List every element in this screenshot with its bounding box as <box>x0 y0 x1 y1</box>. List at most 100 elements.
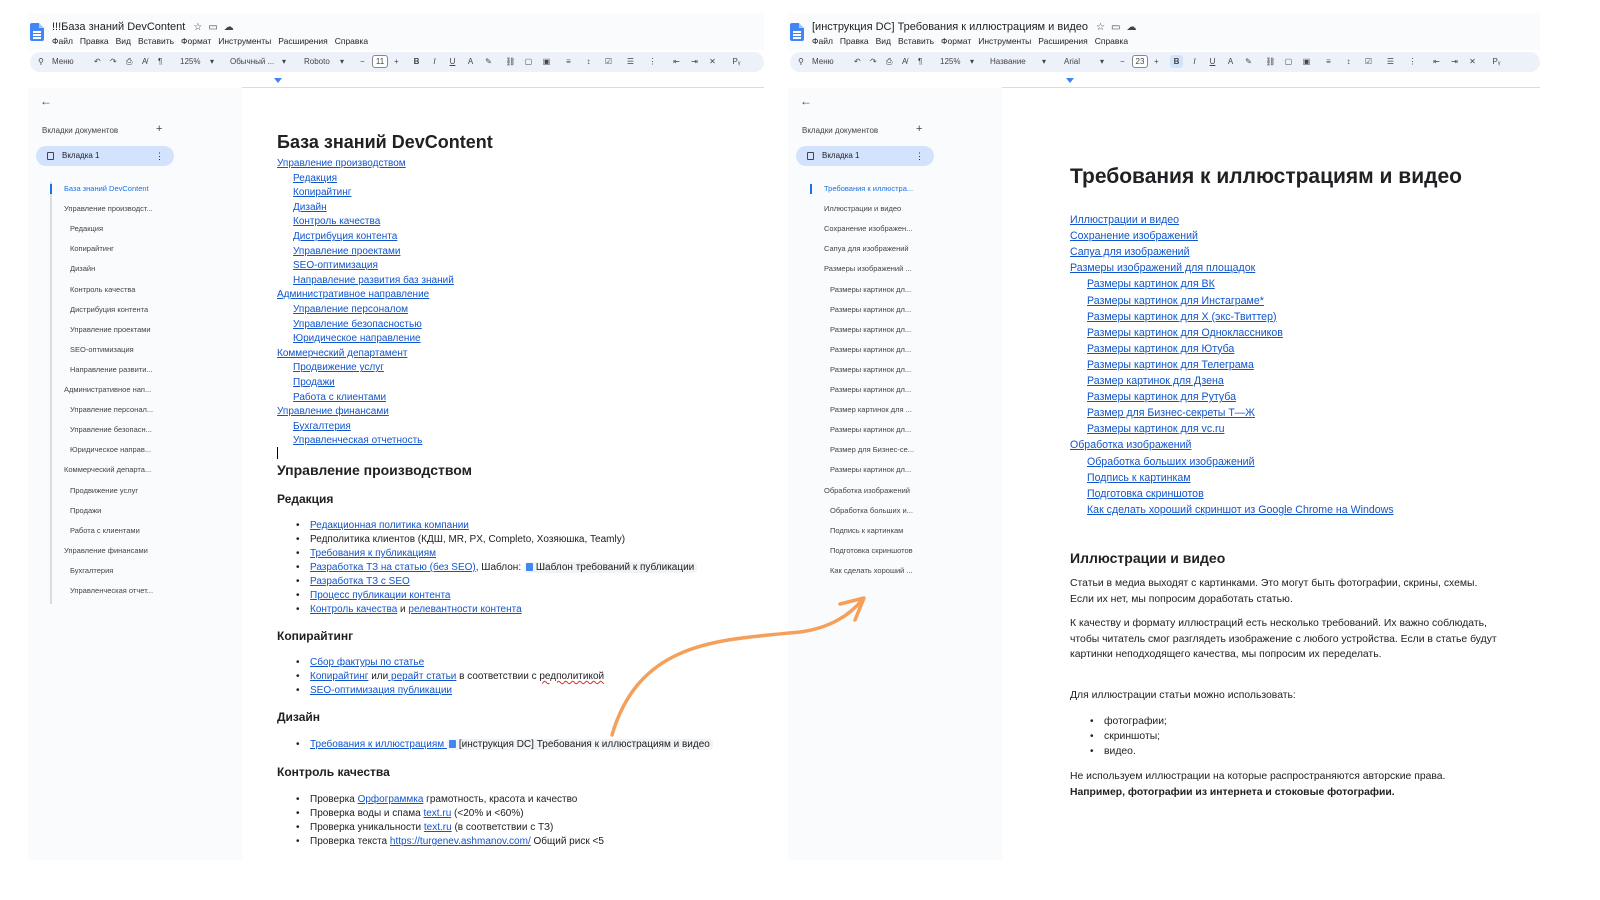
spellcheck-icon[interactable]: A̸ <box>142 57 147 66</box>
outline-item[interactable]: Размеры картинок дл... <box>830 425 944 434</box>
folder-icon[interactable]: ▭ <box>1111 22 1126 33</box>
comment-icon[interactable]: ▢ <box>1282 55 1295 68</box>
outline-item[interactable]: Направление развити... <box>70 365 184 374</box>
numbered-list-icon[interactable]: ⋮ <box>1406 55 1419 68</box>
outline-item[interactable]: Управление безопасн... <box>70 425 184 434</box>
align-icon[interactable]: ≡ <box>1322 55 1335 68</box>
back-arrow-icon[interactable]: ← <box>40 94 52 108</box>
add-tab-icon[interactable]: + <box>916 123 922 135</box>
outline-item[interactable]: Размеры картинок дл... <box>830 345 944 354</box>
comment-icon[interactable]: ▢ <box>522 55 535 68</box>
menu-search-input[interactable]: Меню <box>812 57 834 66</box>
outline-item[interactable]: Размеры картинок дл... <box>830 285 944 294</box>
outline-item[interactable]: Размер картинок для ... <box>830 405 944 414</box>
link[interactable]: text.ru <box>423 808 451 819</box>
toc-link[interactable]: SEO-оптимизация <box>293 260 378 271</box>
outline-item[interactable]: Работа с клиентами <box>70 526 184 535</box>
menu-search-input[interactable]: Меню <box>52 57 74 66</box>
more-vert-icon[interactable]: ⋮ <box>915 146 924 166</box>
toc-link[interactable]: Обработка изображений <box>1070 439 1191 451</box>
line-spacing-icon[interactable]: ↕ <box>582 55 595 68</box>
toc-link[interactable]: Подпись к картинкам <box>1087 472 1191 484</box>
link[interactable]: релевантности контента <box>408 604 521 615</box>
outline-item[interactable]: Размеры картинок дл... <box>830 365 944 374</box>
outline-item[interactable]: Требования к иллюстра... <box>824 184 944 193</box>
outline-item[interactable]: Размеры изображений ... <box>824 264 944 273</box>
outline-item[interactable]: Коммерческий департа... <box>64 465 184 474</box>
toc-link[interactable]: Юридическое направление <box>293 333 421 344</box>
toc-link[interactable]: Иллюстрации и видео <box>1070 214 1179 226</box>
font-size-input[interactable]: 23 <box>1132 55 1148 68</box>
toc-link[interactable]: Сохранение изображений <box>1070 230 1198 242</box>
clear-format-icon[interactable]: ✕ <box>706 55 719 68</box>
toc-link[interactable]: Размеры картинок для Инстаграме* <box>1087 295 1264 307</box>
toc-link[interactable]: Редакция <box>293 173 337 184</box>
search-icon[interactable]: ⚲ <box>798 57 804 66</box>
outline-item[interactable]: Подготовка скриншотов <box>830 546 944 555</box>
toc-link[interactable]: Размеры картинок для Одноклассников <box>1087 327 1283 339</box>
toc-link[interactable]: Управление финансами <box>277 406 389 417</box>
align-icon[interactable]: ≡ <box>562 55 575 68</box>
menu-help[interactable]: Справка <box>335 36 368 46</box>
increase-size-button[interactable]: + <box>1154 57 1159 66</box>
toc-link[interactable]: Подготовка скриншотов <box>1087 488 1204 500</box>
toc-link[interactable]: Как сделать хороший скриншот из Google C… <box>1087 504 1394 516</box>
menu-insert[interactable]: Вставить <box>898 36 934 46</box>
outline-item[interactable]: Юридическое направ... <box>70 445 184 454</box>
outline-item[interactable]: Сохранение изображен... <box>824 224 944 233</box>
menu-insert[interactable]: Вставить <box>138 36 174 46</box>
menu-file[interactable]: Файл <box>52 36 73 46</box>
ruler[interactable] <box>242 76 764 88</box>
toc-link[interactable]: Размер для Бизнес-секреты Т—Ж <box>1087 407 1255 419</box>
style-select[interactable]: Обычный ... <box>230 57 274 66</box>
menu-view[interactable]: Вид <box>876 36 891 46</box>
outline-item[interactable]: Обработка изображений <box>824 486 944 495</box>
font-select[interactable]: Roboto <box>304 57 330 66</box>
docs-logo-icon[interactable] <box>790 23 804 41</box>
link-icon[interactable]: ⛓ <box>504 55 517 68</box>
outline-item[interactable]: Размеры картинок дл... <box>830 325 944 334</box>
toc-link[interactable]: Сапуа для изображений <box>1070 246 1190 258</box>
toc-link[interactable]: Дистрибуция контента <box>293 231 397 242</box>
font-size-input[interactable]: 11 <box>372 55 388 68</box>
undo-icon[interactable]: ↶ <box>854 57 861 66</box>
menu-format[interactable]: Формат <box>941 36 971 46</box>
indent-decrease-icon[interactable]: ⇤ <box>670 55 683 68</box>
paint-format-icon[interactable]: ¶ <box>918 57 922 66</box>
outline-item[interactable]: Контроль качества <box>70 285 184 294</box>
line-spacing-icon[interactable]: ↕ <box>1342 55 1355 68</box>
toc-link[interactable]: Продажи <box>293 377 335 388</box>
image-icon[interactable]: ▣ <box>540 55 553 68</box>
bulleted-list-icon[interactable]: ☰ <box>1384 55 1397 68</box>
outline-item[interactable]: Размер для Бизнес-се... <box>830 445 944 454</box>
link[interactable]: Копирайтинг <box>310 671 368 682</box>
link[interactable]: Орфограммка <box>358 794 424 805</box>
clear-format-icon[interactable]: ✕ <box>1466 55 1479 68</box>
document-title[interactable]: !!!База знаний DevContent <box>52 21 185 33</box>
outline-item[interactable]: SEO-оптимизация <box>70 345 184 354</box>
tab-1[interactable]: Вкладка 1 ⋮ <box>796 146 934 166</box>
menu-extensions[interactable]: Расширения <box>278 36 327 46</box>
outline-item[interactable]: Административное нап... <box>64 385 184 394</box>
indent-marker-icon[interactable] <box>274 78 282 83</box>
outline-item[interactable]: Как сделать хороший ... <box>830 566 944 575</box>
input-tools-icon[interactable]: Pᵧ <box>730 55 743 68</box>
link[interactable]: text.ru <box>424 822 452 833</box>
redo-icon[interactable]: ↷ <box>870 57 877 66</box>
image-icon[interactable]: ▣ <box>1300 55 1313 68</box>
toc-link[interactable]: Коммерческий департамент <box>277 348 407 359</box>
input-tools-icon[interactable]: Pᵧ <box>1490 55 1503 68</box>
underline-icon[interactable]: U <box>446 55 459 68</box>
indent-marker-icon[interactable] <box>1066 78 1074 83</box>
link-icon[interactable]: ⛓ <box>1264 55 1277 68</box>
document-title[interactable]: [инструкция DC] Требования к иллюстрация… <box>812 21 1088 33</box>
toc-link[interactable]: Копирайтинг <box>293 187 351 198</box>
outline-item[interactable]: Управление персонал... <box>70 405 184 414</box>
outline-item[interactable]: Размеры картинок дл... <box>830 305 944 314</box>
star-icon[interactable]: ☆ <box>193 22 208 33</box>
link[interactable]: Редакционная политика компании <box>310 520 469 531</box>
indent-increase-icon[interactable]: ⇥ <box>688 55 701 68</box>
numbered-list-icon[interactable]: ⋮ <box>646 55 659 68</box>
print-icon[interactable]: ⎙ <box>126 57 132 67</box>
link[interactable]: рерайт статьи <box>388 671 456 682</box>
